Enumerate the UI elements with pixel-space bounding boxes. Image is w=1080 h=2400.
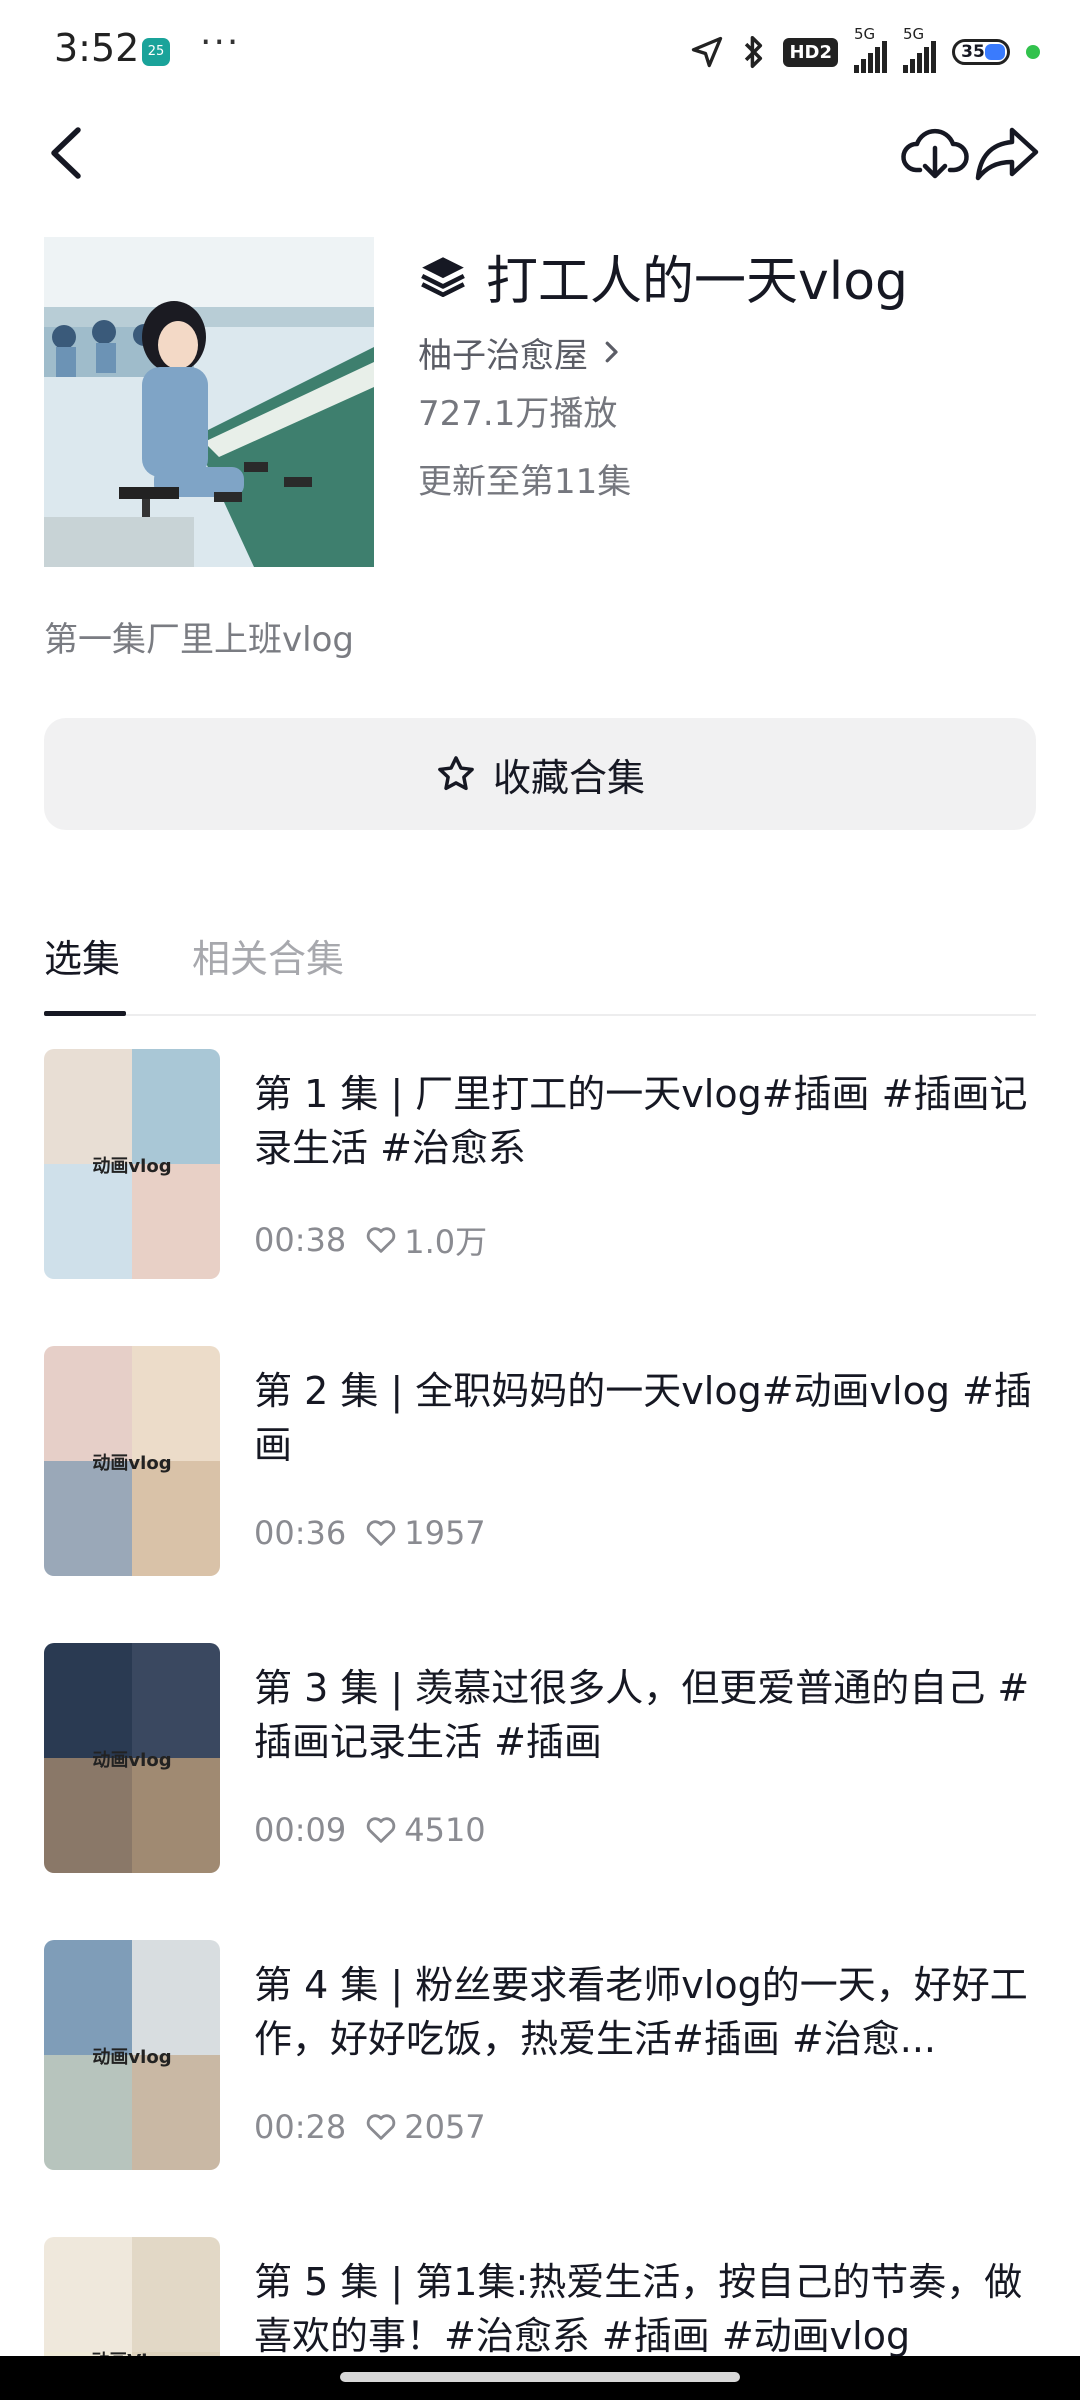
chevron-right-icon <box>605 341 618 363</box>
episode-thumbnail: 动画vlog <box>44 1940 220 2170</box>
collection-cover-image[interactable] <box>44 237 374 567</box>
location-icon <box>692 36 723 68</box>
home-indicator[interactable] <box>340 2372 740 2382</box>
author-link[interactable]: 柚子治愈屋 <box>418 324 1038 380</box>
collection-description: 第一集厂里上班vlog <box>44 620 354 660</box>
tab-related-collections[interactable]: 相关合集 <box>192 928 344 983</box>
hd-voice-icon: HD2 <box>783 37 838 67</box>
episode-thumbnail: 动画vlog <box>44 1346 220 1576</box>
episode-item[interactable]: 动画vlog 第 3 集 | 羡慕过很多人，但更爱普通的自己 #插画记录生活 #… <box>44 1643 1036 1873</box>
episode-title: 第 2 集 | 全职妈妈的一天vlog#动画vlog #插画 <box>254 1369 1032 1467</box>
heart-icon <box>366 1227 396 1253</box>
thumbnail-watermark: 动画vlog <box>92 2047 172 2068</box>
episode-meta: 00:38 1.0万 <box>254 1217 487 1263</box>
episode-meta: 00:36 1957 <box>254 1514 486 1552</box>
episode-likes: 2057 <box>364 2108 486 2146</box>
active-tab-indicator <box>44 1011 126 1016</box>
title-row: 打工人的一天vlog <box>418 236 1038 316</box>
episode-likes: 1957 <box>364 1514 486 1552</box>
heart-icon <box>366 1817 396 1843</box>
star-icon <box>438 756 474 791</box>
episode-item[interactable]: 动画vlog 第 2 集 | 全职妈妈的一天vlog#动画vlog #插画 00… <box>44 1346 1036 1576</box>
layers-icon <box>421 257 465 298</box>
episode-title: 第 1 集 | 厂里打工的一天vlog#插画 #插画记录生活 #治愈系 <box>254 1072 1028 1170</box>
episode-meta: 00:28 2057 <box>254 2108 486 2146</box>
more-notifications-icon: ··· <box>200 22 241 63</box>
episode-likes: 1.0万 <box>364 1217 487 1263</box>
top-nav <box>0 104 1080 204</box>
cover-illustration <box>44 237 374 567</box>
signal-icon-2: 5G <box>903 25 936 73</box>
cloud-download-icon[interactable] <box>900 118 970 188</box>
heart-icon <box>366 1520 396 1546</box>
episode-duration: 00:38 <box>254 1221 347 1259</box>
status-bar: 3:52 25 ··· HD2 5G 5G 35 <box>0 0 1080 104</box>
episode-duration: 00:36 <box>254 1514 347 1552</box>
status-time: 3:52 <box>54 26 140 70</box>
collection-info: 打工人的一天vlog 柚子治愈屋 727.1万播放 更新至第11集 <box>418 236 1038 510</box>
heart-icon <box>366 2114 396 2140</box>
favorite-collection-button[interactable]: 收藏合集 <box>44 718 1036 830</box>
author-name[interactable]: 柚子治愈屋 <box>418 328 588 377</box>
episode-likes: 4510 <box>364 1811 486 1849</box>
signal-icon: 5G <box>854 25 887 73</box>
episode-title: 第 4 集 | 粉丝要求看老师vlog的一天，好好工作，好好吃饭，热爱生活#插画… <box>254 1963 1028 2061</box>
system-navigation-bar <box>0 2356 1080 2400</box>
collection-title: 打工人的一天vlog <box>486 251 909 312</box>
chevron-left-icon[interactable] <box>40 120 100 186</box>
thumbnail-watermark: 动画vlog <box>92 1750 172 1771</box>
tab-episodes[interactable]: 选集 <box>44 928 120 983</box>
episode-thumbnail: 动画vlog <box>44 1049 220 1279</box>
play-count: 727.1万播放 <box>418 394 618 434</box>
tab-bar: 选集 相关合集 <box>44 920 1036 1016</box>
battery-icon: 35 <box>952 39 1010 65</box>
episode-meta: 00:09 4510 <box>254 1811 486 1849</box>
thumbnail-watermark: 动画vlog <box>92 1453 172 1474</box>
thumbnail-watermark: 动画vlog <box>92 1156 172 1177</box>
privacy-indicator-dot <box>1026 45 1040 59</box>
favorite-label: 收藏合集 <box>492 755 645 800</box>
episode-title: 第 5 集 | 第1集:热爱生活，按自己的节奏，做喜欢的事！#治愈系 #插画 #… <box>254 2260 1023 2358</box>
episode-duration: 00:09 <box>254 1811 347 1849</box>
episode-title: 第 3 集 | 羡慕过很多人，但更爱普通的自己 #插画记录生活 #插画 <box>254 1666 1030 1764</box>
update-status: 更新至第11集 <box>418 462 632 502</box>
episode-thumbnail: 动画vlog <box>44 1643 220 1873</box>
episode-item[interactable]: 动画vlog 第 4 集 | 粉丝要求看老师vlog的一天，好好工作，好好吃饭，… <box>44 1940 1036 2170</box>
share-arrow-icon[interactable] <box>972 120 1042 186</box>
app-notification-icon: 25 <box>142 38 170 66</box>
episode-item[interactable]: 动画vlog 第 1 集 | 厂里打工的一天vlog#插画 #插画记录生活 #治… <box>44 1049 1036 1279</box>
status-icons: HD2 5G 5G 35 <box>689 25 1040 74</box>
bluetooth-icon <box>745 36 763 68</box>
episode-duration: 00:28 <box>254 2108 347 2146</box>
